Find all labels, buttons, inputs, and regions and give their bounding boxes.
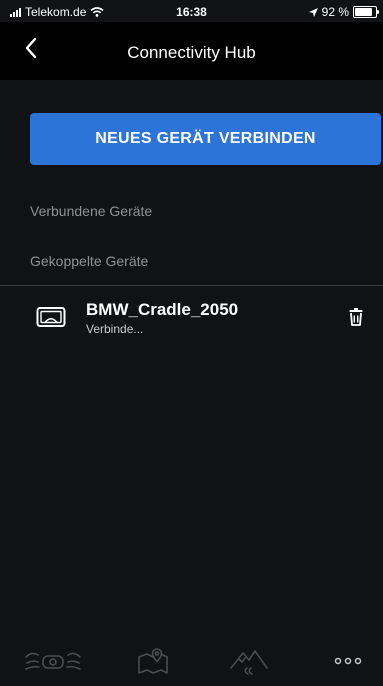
- motorcycle-icon: [25, 652, 81, 670]
- status-bar: Telekom.de 16:38 92 %: [0, 0, 383, 22]
- battery-icon: [353, 6, 379, 18]
- more-icon: [334, 657, 362, 665]
- paired-devices-heading: Gekoppelte Geräte: [30, 253, 149, 269]
- connect-new-device-button[interactable]: NEUES GERÄT VERBINDEN: [30, 113, 381, 165]
- divider: [0, 285, 383, 286]
- battery-percent: 92 %: [321, 5, 349, 19]
- map-icon: [138, 648, 168, 674]
- mountain-icon: [230, 650, 268, 675]
- battery-fill: [355, 8, 372, 16]
- nav-header: Connectivity Hub: [0, 22, 383, 80]
- tab-more[interactable]: [326, 636, 370, 686]
- device-name: BMW_Cradle_2050: [86, 300, 239, 319]
- page-title: Connectivity Hub: [127, 43, 256, 62]
- bottom-nav: [0, 636, 383, 686]
- connected-devices-heading: Verbundene Geräte: [30, 203, 153, 219]
- tab-routes[interactable]: [224, 636, 274, 686]
- trash-icon[interactable]: [349, 308, 363, 326]
- status-right: 92 %: [308, 5, 379, 19]
- cradle-device-icon: [36, 307, 66, 327]
- location-arrow-icon: [308, 7, 318, 17]
- tab-map[interactable]: [130, 636, 176, 686]
- tab-vehicle[interactable]: [20, 636, 86, 686]
- device-row[interactable]: BMW_Cradle_2050 Verbinde...: [0, 290, 383, 350]
- device-status: Verbinde...: [86, 322, 144, 336]
